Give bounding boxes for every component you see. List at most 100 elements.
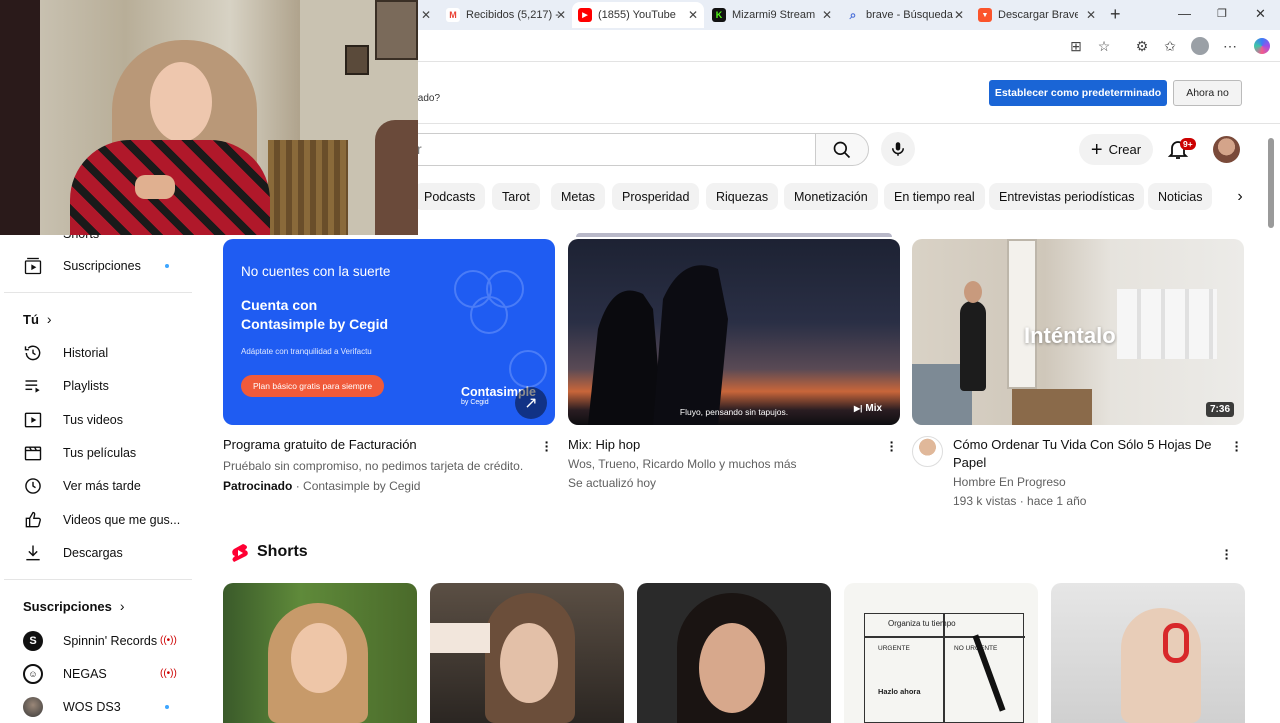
chip-noticias[interactable]: Noticias <box>1148 183 1213 210</box>
more-options-icon[interactable]: · · · <box>1232 435 1242 457</box>
app-icon[interactable]: ⊞ <box>1068 38 1084 54</box>
new-content-dot <box>165 705 169 709</box>
video-title[interactable]: Cómo Ordenar Tu Vida Con Sólo 5 Hojas De… <box>953 436 1223 472</box>
more-options-icon[interactable]: · · · <box>887 435 897 457</box>
create-label: Crear <box>1108 142 1142 157</box>
chevron-right-icon: › <box>46 311 52 327</box>
sidebar-item-label: Suscripciones <box>63 259 141 273</box>
person-image <box>1121 608 1201 723</box>
subscriptions-section-header[interactable]: Suscripciones › <box>23 598 125 614</box>
short-thumbnail[interactable]: Organiza tu tiempo URGENTE NO URGENTE Ha… <box>844 583 1038 723</box>
more-options-icon[interactable]: · · · <box>1222 543 1232 565</box>
kick-icon: K <box>712 8 726 22</box>
video-updated: Se actualizó hoy <box>568 476 657 490</box>
channel-avatar: S <box>22 630 44 652</box>
chip-monetizacion[interactable]: Monetización <box>784 183 878 210</box>
chip-podcasts[interactable]: Podcasts <box>414 183 486 210</box>
close-icon[interactable]: ✕ <box>688 8 698 22</box>
you-section-header[interactable]: Tú › <box>23 311 52 327</box>
external-link-icon[interactable]: ↗ <box>515 387 547 419</box>
search-input[interactable]: r <box>400 133 816 166</box>
set-default-button[interactable]: Establecer como predeterminado <box>989 80 1167 106</box>
maximize-button[interactable]: ❐ <box>1217 7 1227 20</box>
short-handwritten-text: URGENTE <box>878 645 910 652</box>
channel-name: WOS DS3 <box>63 700 121 714</box>
chevron-right-icon[interactable]: › <box>1228 183 1252 210</box>
not-now-button[interactable]: Ahora no <box>1173 80 1242 106</box>
webcam-overlay <box>0 0 418 235</box>
close-icon[interactable]: ✕ <box>421 8 431 22</box>
search-button[interactable] <box>815 133 869 166</box>
short-thumbnail[interactable] <box>1051 583 1245 723</box>
sidebar-item-watch-later[interactable]: Ver más tarde <box>22 474 182 498</box>
tab-search[interactable]: ⌕ brave - Búsqueda ✕ <box>840 2 970 28</box>
close-window-button[interactable]: ✕ <box>1255 6 1266 22</box>
tab-kick[interactable]: K Mizarmi9 Stream ✕ <box>706 2 838 28</box>
ad-thumbnail[interactable]: No cuentes con la suerte Cuenta con Cont… <box>223 239 555 425</box>
chip-riquezas[interactable]: Riquezas <box>706 183 779 210</box>
channel-negas[interactable]: ☺ NEGAS <box>22 662 182 686</box>
ad-cta-button[interactable]: Plan básico gratis para siempre <box>241 375 385 397</box>
close-icon[interactable]: ✕ <box>954 8 964 22</box>
short-thumbnail[interactable] <box>637 583 831 723</box>
ad-headline: No cuentes con la suerte <box>241 264 391 279</box>
chip-metas[interactable]: Metas <box>551 183 606 210</box>
advertiser-name: · Contasimple by Cegid <box>295 479 421 493</box>
face-image <box>699 623 765 713</box>
minimize-button[interactable]: — <box>1178 6 1191 21</box>
voice-search-button[interactable] <box>881 132 915 166</box>
live-icon: ((•)) <box>160 668 177 679</box>
channel-wos-ds3[interactable]: WOS DS3 <box>22 695 182 719</box>
create-button[interactable]: + Crear <box>1079 134 1153 165</box>
gmail-icon: M <box>446 8 460 22</box>
video-thumbnail[interactable]: Inténtalo 7:36 <box>912 239 1244 425</box>
short-thumbnail[interactable] <box>430 583 624 723</box>
short-thumbnail[interactable] <box>223 583 417 723</box>
sidebar-item-subscriptions[interactable]: Suscripciones <box>22 254 182 278</box>
more-options-icon[interactable]: · · · <box>542 435 552 457</box>
plus-icon: + <box>1090 138 1103 161</box>
shorts-logo-icon <box>232 544 248 562</box>
new-tab-button[interactable]: + <box>1110 4 1121 25</box>
sidebar-item-liked-videos[interactable]: Videos que me gus... <box>22 508 182 532</box>
mix-stack-edge <box>576 233 892 237</box>
close-icon[interactable]: ✕ <box>556 8 566 22</box>
chip-entrevistas[interactable]: Entrevistas periodísticas <box>989 183 1145 210</box>
tab-brave-download[interactable]: ▼ Descargar Brave B ✕ <box>972 2 1102 28</box>
close-icon[interactable]: ✕ <box>822 8 832 22</box>
video-title[interactable]: Mix: Hip hop <box>568 436 640 454</box>
sidebar-item-label: Historial <box>63 346 109 360</box>
favorites-icon[interactable]: ✩ <box>1162 38 1178 54</box>
channel-name[interactable]: Hombre En Progreso <box>953 473 1066 491</box>
sidebar-item-movies[interactable]: Tus películas <box>22 441 182 465</box>
tab-title: Recibidos (5,217) - <box>466 9 559 21</box>
history-icon <box>22 342 44 364</box>
scrollbar-thumb[interactable] <box>1268 138 1274 228</box>
sponsored-line: Patrocinado · Contasimple by Cegid <box>223 477 420 495</box>
copilot-icon[interactable] <box>1254 38 1270 54</box>
chip-tarot[interactable]: Tarot <box>492 183 540 210</box>
video-title[interactable]: Programa gratuito de Facturación <box>223 436 417 454</box>
live-icon: ((•)) <box>160 635 177 646</box>
tab-gmail[interactable]: M Recibidos (5,217) - <box>440 2 570 28</box>
tab-youtube[interactable]: ▶ (1855) YouTube ✕ <box>572 2 704 28</box>
extensions-icon[interactable]: ⚙ <box>1134 38 1150 54</box>
profile-icon[interactable] <box>1191 37 1209 55</box>
chip-en-tiempo-real[interactable]: En tiempo real <box>884 183 985 210</box>
chip-prosperidad[interactable]: Prosperidad <box>612 183 700 210</box>
favorite-star-icon[interactable]: ☆ <box>1096 38 1112 54</box>
sidebar-item-playlists[interactable]: Playlists <box>22 374 182 398</box>
sidebar-item-downloads[interactable]: Descargas <box>22 541 182 565</box>
search-icon: ⌕ <box>849 7 857 22</box>
more-menu-icon[interactable]: ⋯ <box>1222 38 1238 54</box>
channel-avatar[interactable] <box>912 436 943 467</box>
sidebar-item-your-videos[interactable]: Tus videos <box>22 408 182 432</box>
movies-icon <box>22 442 44 464</box>
channel-spinnin-records[interactable]: S Spinnin' Records <box>22 629 182 653</box>
account-avatar[interactable] <box>1213 136 1240 163</box>
mix-thumbnail[interactable]: Fluyo, pensando sin tapujos. ▶| Mix <box>568 239 900 425</box>
sidebar-item-history[interactable]: Historial <box>22 341 182 365</box>
close-icon[interactable]: ✕ <box>1086 8 1096 22</box>
mix-badge: ▶| Mix <box>854 403 883 414</box>
youtube-icon: ▶ <box>578 8 592 22</box>
